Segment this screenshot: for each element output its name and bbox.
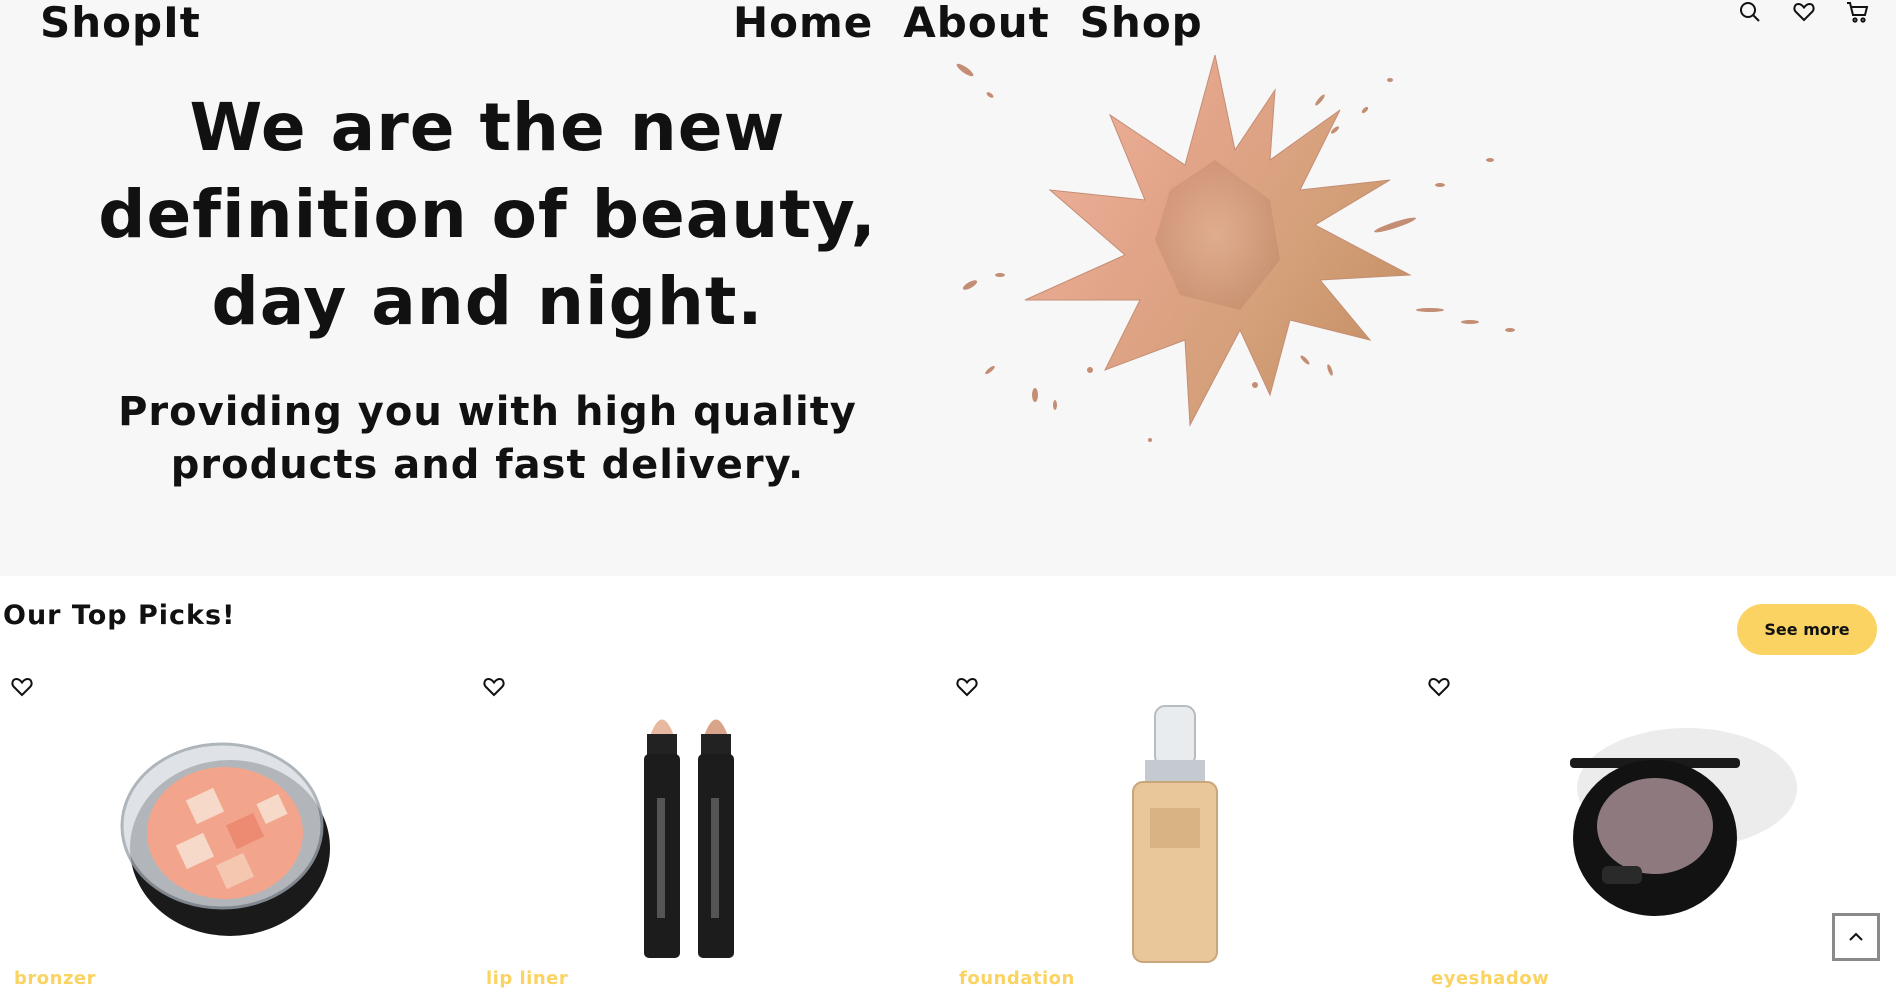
product-card[interactable]: lip liner: [472, 668, 942, 991]
hero-subtitle: Providing you with high quality products…: [90, 386, 885, 492]
product-category[interactable]: lip liner: [486, 968, 568, 989]
section-title: Our Top Picks!: [3, 600, 236, 631]
heart-icon[interactable]: [1792, 0, 1816, 24]
logo[interactable]: ShopIt: [40, 0, 201, 46]
hero-headline-line: day and night.: [211, 263, 764, 340]
see-more-button[interactable]: See more: [1737, 604, 1877, 655]
hero-subtitle-line: products and fast delivery.: [170, 442, 805, 488]
product-category[interactable]: foundation: [959, 968, 1075, 989]
lip-liner-product-image: [644, 719, 734, 958]
heart-icon[interactable]: [1427, 675, 1451, 699]
heart-icon[interactable]: [955, 675, 979, 699]
hero-headline: We are the new definition of beauty, day…: [90, 84, 885, 345]
hero-section: ShopIt Home About Shop We are the new de…: [0, 0, 1896, 576]
foundation-splash-image: [956, 54, 1515, 442]
search-icon[interactable]: [1738, 0, 1762, 24]
product-card[interactable]: foundation: [945, 668, 1415, 991]
scroll-to-top-button[interactable]: [1832, 913, 1880, 961]
bronzer-product-image: [120, 742, 330, 936]
hero-subtitle-line: Providing you with high quality: [118, 389, 857, 435]
hero-headline-line: We are the new: [189, 89, 786, 166]
heart-icon[interactable]: [482, 675, 506, 699]
hero-headline-line: definition of beauty,: [98, 176, 877, 253]
product-category[interactable]: bronzer: [14, 968, 96, 989]
header-actions: [1738, 0, 1870, 24]
cart-icon[interactable]: [1846, 0, 1870, 24]
product-card[interactable]: bronzer: [0, 668, 470, 991]
eyeshadow-product-image: [1570, 728, 1797, 916]
heart-icon[interactable]: [10, 675, 34, 699]
nav-home[interactable]: Home: [733, 0, 873, 46]
product-category[interactable]: eyeshadow: [1431, 968, 1549, 989]
chevron-up-icon: [1849, 932, 1863, 941]
product-card[interactable]: eyeshadow: [1417, 668, 1887, 991]
foundation-product-image: [1132, 705, 1218, 963]
